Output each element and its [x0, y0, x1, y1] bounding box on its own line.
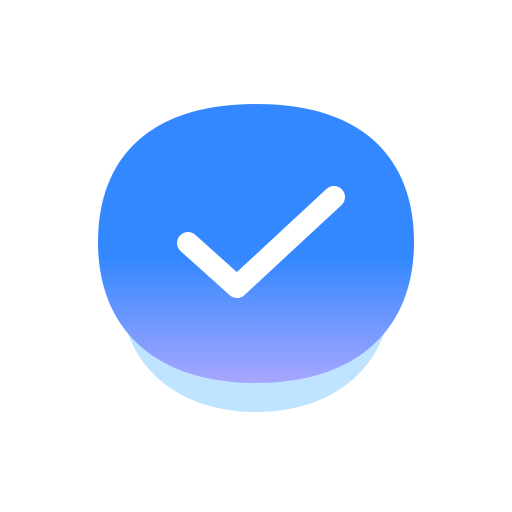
app-icon-canvas [0, 0, 512, 512]
icon-main-button [98, 104, 414, 383]
checkmark-app-icon [98, 104, 414, 412]
